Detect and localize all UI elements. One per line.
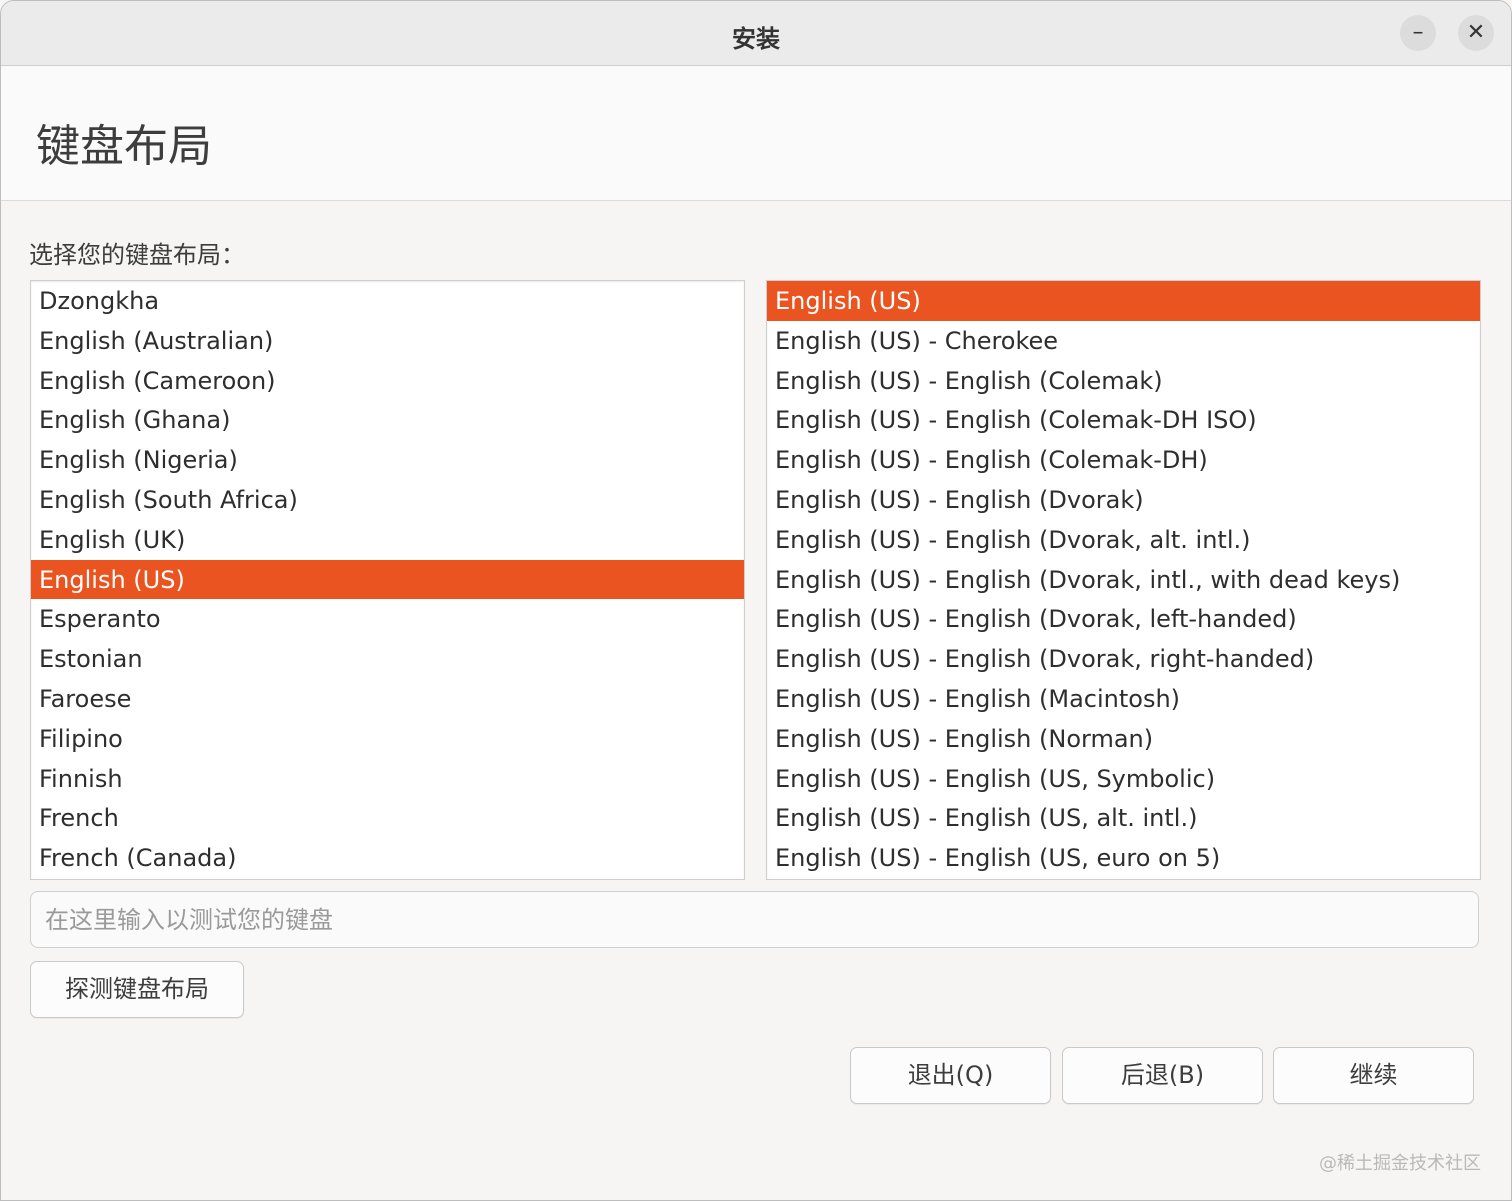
layout-list-item[interactable]: English (Cameroon) bbox=[31, 361, 744, 401]
variant-list-item[interactable]: English (US) - English (Norman) bbox=[767, 719, 1480, 759]
layout-list-item[interactable]: English (Ghana) bbox=[31, 400, 744, 440]
keyboard-layout-list[interactable]: Dzongkha English (Australian) English (Cam… bbox=[30, 280, 745, 880]
watermark: @稀土掘金技术社区 bbox=[1319, 1153, 1481, 1174]
installer-window: 安装 – ✕ 键盘布局 选择您的键盘布局： Dzongkha English (A… bbox=[0, 0, 1512, 1201]
page-header: 键盘布局 bbox=[1, 66, 1511, 201]
layout-list-item[interactable]: English (US) bbox=[31, 559, 744, 600]
close-button[interactable]: ✕ bbox=[1458, 15, 1494, 51]
title-bar: 安装 – ✕ bbox=[1, 1, 1511, 66]
layout-list-item[interactable]: English (UK) bbox=[31, 520, 744, 560]
variant-list-item[interactable]: English (US) - English (Colemak-DH ISO) bbox=[767, 400, 1480, 440]
variant-list-item[interactable]: English (US) - Cherokee bbox=[767, 321, 1480, 361]
quit-button[interactable]: 退出(Q) bbox=[850, 1047, 1051, 1104]
variant-list-item[interactable]: English (US) - English (Colemak-DH) bbox=[767, 440, 1480, 480]
continue-button[interactable]: 继续 bbox=[1273, 1047, 1474, 1104]
layout-list-item[interactable]: Faroese bbox=[31, 679, 744, 719]
layout-list-item[interactable]: English (South Africa) bbox=[31, 480, 744, 520]
variant-list-item[interactable]: English (US) - English (US, Symbolic) bbox=[767, 759, 1480, 799]
layout-prompt: 选择您的键盘布局： bbox=[29, 241, 245, 269]
page-title: 键盘布局 bbox=[36, 121, 212, 172]
keyboard-variant-list[interactable]: English (US) English (US) - Cherokee Engli… bbox=[766, 280, 1481, 880]
variant-list-item[interactable]: English (US) - English (Dvorak, intl., w… bbox=[767, 560, 1480, 600]
layout-list-item[interactable]: English (Australian) bbox=[31, 321, 744, 361]
layout-list-item[interactable]: Estonian bbox=[31, 639, 744, 679]
layout-list-item[interactable]: Dzongkha bbox=[31, 281, 744, 321]
variant-list-item[interactable]: English (US) - English (US, alt. intl.) bbox=[767, 798, 1480, 838]
window-title: 安装 bbox=[732, 25, 780, 53]
layout-list-item[interactable]: Filipino bbox=[31, 719, 744, 759]
minimize-button[interactable]: – bbox=[1400, 15, 1436, 51]
variant-list-item[interactable]: English (US) - English (Dvorak, left-han… bbox=[767, 599, 1480, 639]
detect-layout-button[interactable]: 探测键盘布局 bbox=[30, 961, 244, 1018]
variant-list-item[interactable]: English (US) bbox=[767, 281, 1480, 321]
layout-list-item[interactable]: Finnish bbox=[31, 759, 744, 799]
variant-list-item[interactable]: English (US) - English (Colemak) bbox=[767, 361, 1480, 401]
variant-list-item[interactable]: English (US) - English (US, euro on 5) bbox=[767, 838, 1480, 878]
back-button[interactable]: 后退(B) bbox=[1062, 1047, 1263, 1104]
variant-list-item[interactable]: English (US) - English (Dvorak, alt. int… bbox=[767, 520, 1480, 560]
variant-list-item[interactable]: English (US) - English (Macintosh) bbox=[767, 679, 1480, 719]
layout-list-item[interactable]: English (Nigeria) bbox=[31, 440, 744, 480]
layout-list-item[interactable]: French bbox=[31, 798, 744, 838]
layout-list-item[interactable]: Esperanto bbox=[31, 599, 744, 639]
keyboard-test-input[interactable] bbox=[30, 891, 1479, 948]
layout-list-item[interactable]: French (Canada) bbox=[31, 838, 744, 878]
variant-list-item[interactable]: English (US) - English (Dvorak, right-ha… bbox=[767, 639, 1480, 679]
variant-list-item[interactable]: English (US) - English (Dvorak) bbox=[767, 480, 1480, 520]
